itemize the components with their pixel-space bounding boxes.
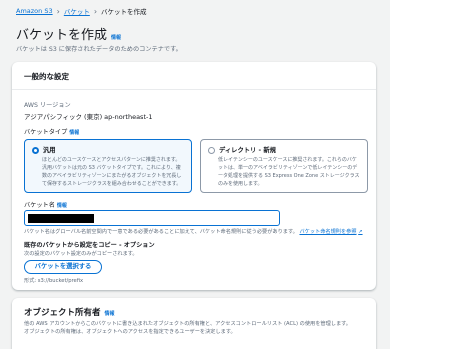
redacted-value — [28, 214, 94, 223]
info-link[interactable]: 情報 — [111, 34, 121, 41]
chevron-right-icon: › — [93, 6, 98, 16]
bucket-name-input[interactable] — [24, 210, 280, 226]
format-hint: 形式: s3://bucket/prefix — [24, 278, 84, 284]
naming-rules-link[interactable]: バケット命名規則を参照 — [299, 229, 356, 235]
option-desc: ほとんどのユースケースとアクセスパターンに推奨されます。汎用バケットは元の S3… — [42, 157, 182, 187]
breadcrumb-current: バケットを作成 — [101, 8, 147, 16]
copy-settings-label: 既存のバケットから設定をコピー - オプション — [24, 242, 155, 249]
ownership-info-link[interactable]: 情報 — [105, 310, 115, 317]
panel-header: 一般的な設定 — [12, 62, 376, 90]
object-ownership-panel: オブジェクト所有者 情報 他の AWS アカウントからこのバケットに書き込まれた… — [12, 298, 376, 349]
region-label: AWS リージョン — [24, 102, 71, 109]
bucket-name-info-link[interactable]: 情報 — [57, 203, 67, 209]
breadcrumb-s3[interactable]: Amazon S3 — [16, 7, 53, 15]
bucket-type-directory[interactable]: ディレクトリ - 新規 低レイテンシーのユースケースに推奨されます。これらのバケ… — [200, 139, 368, 193]
copy-settings-desc: 次の設定のバケット設定のみがコピーされます。 — [24, 251, 138, 257]
chevron-right-icon: › — [56, 6, 60, 16]
radio-selected-icon[interactable] — [32, 146, 39, 154]
bucket-type-general-purpose[interactable]: 汎用 ほとんどのユースケースとアクセスパターンに推奨されます。汎用バケットは元の… — [24, 139, 192, 193]
breadcrumb: Amazon S3 › バケット › バケットを作成 — [16, 6, 147, 17]
bucket-type-info-link[interactable]: 情報 — [69, 130, 79, 136]
page-subtitle: バケットは S3 に保存されたデータのためのコンテナです。 — [16, 46, 182, 53]
general-settings-panel: 一般的な設定 AWS リージョン アジアパシフィック (東京) ap-north… — [12, 62, 376, 290]
side-panel — [390, 0, 474, 349]
region-value: アジアパシフィック (東京) ap-northeast-1 — [24, 113, 153, 121]
option-title: ディレクトリ - 新規 — [219, 147, 276, 154]
option-desc: 低レイテンシーのユースケースに推奨されます。これらのバケットは、単一のアベイラビ… — [218, 157, 360, 187]
bucket-type-label: バケットタイプ 情報 — [24, 129, 80, 136]
page-title-row: バケットを作成 情報 — [16, 24, 121, 43]
ownership-desc: 他の AWS アカウントからこのバケットに書き込まれたオブジェクトの所有権と、ア… — [24, 321, 351, 335]
bucket-name-label: バケット名 情報 — [24, 202, 67, 209]
choose-bucket-button[interactable]: バケットを選択する — [24, 260, 102, 274]
page-title: バケットを作成 — [16, 28, 108, 43]
ownership-title-row: オブジェクト所有者 情報 — [24, 306, 115, 318]
option-title: 汎用 — [43, 147, 56, 154]
breadcrumb-buckets[interactable]: バケット — [64, 6, 90, 16]
radio-unselected-icon[interactable] — [208, 146, 215, 154]
external-link-icon[interactable]: ↗ — [358, 229, 362, 235]
bucket-name-help: バケット名はグローバル名前空間内で一意である必要があることに加えて、バケット命名… — [24, 229, 363, 235]
ownership-title: オブジェクト所有者 — [24, 308, 101, 318]
